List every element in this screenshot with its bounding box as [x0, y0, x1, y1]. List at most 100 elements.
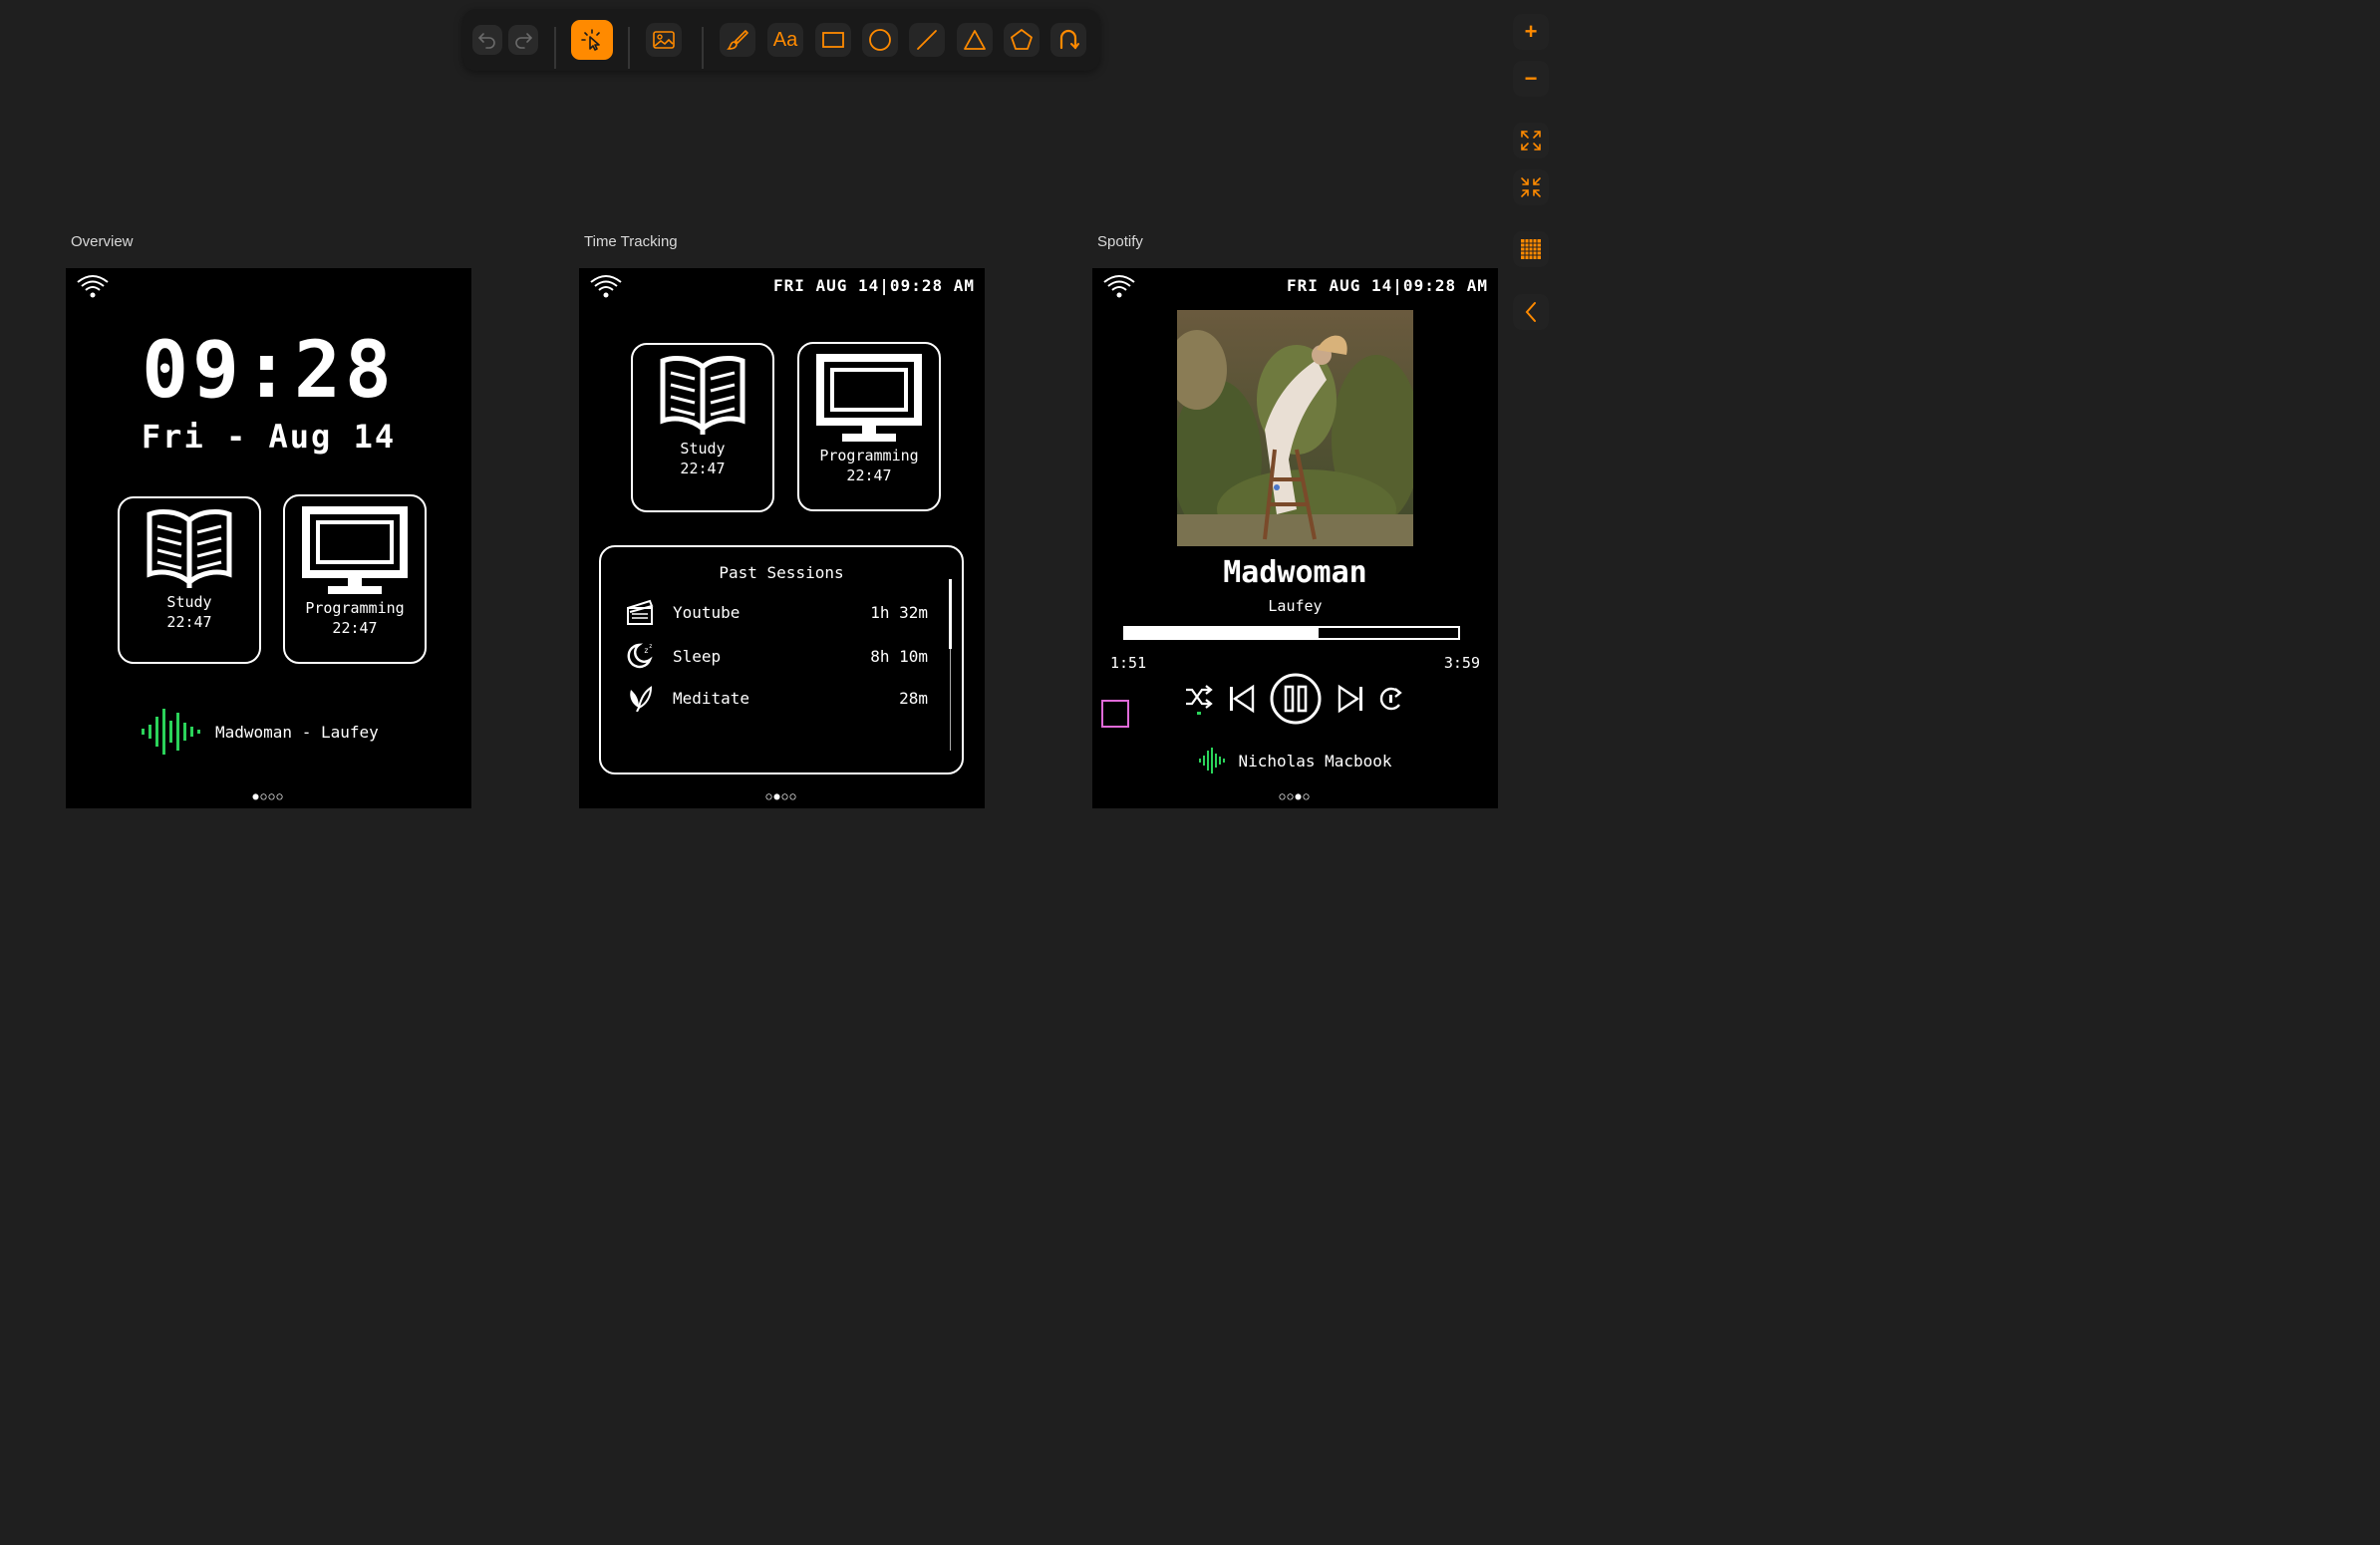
brush-icon: [727, 30, 748, 50]
session-row[interactable]: Meditate 28m: [623, 683, 928, 713]
image-tool-button[interactable]: [646, 23, 682, 57]
collapse-button[interactable]: [1513, 169, 1549, 205]
playback-progress-bar[interactable]: [1123, 626, 1460, 640]
rectangle-icon: [822, 32, 844, 48]
status-datetime: FRI AUG 14|09:28 AM: [1286, 276, 1488, 295]
session-row[interactable]: Youtube 1h 32m: [623, 597, 928, 627]
study-card[interactable]: Study 22:47: [631, 343, 774, 512]
toolbar-divider: [702, 27, 704, 69]
device-name: Nicholas Macbook: [1238, 751, 1392, 771]
artist-name: Laufey: [1268, 597, 1323, 615]
page-indicator: ○○●○: [1279, 791, 1312, 802]
card-label: Study: [166, 593, 212, 611]
past-sessions-panel[interactable]: Past Sessions Youtube 1h 32m zz Sleep 8h…: [599, 545, 964, 774]
overview-screen[interactable]: 09:28 Fri - Aug 14 Study 22:47 Programmi…: [66, 268, 471, 808]
toolbar-divider: [628, 27, 630, 69]
grid-icon: [1521, 239, 1541, 259]
sessions-scrollbar[interactable]: [949, 579, 952, 751]
collapse-icon: [1521, 177, 1541, 197]
expand-button[interactable]: [1513, 123, 1549, 158]
past-sessions-title: Past Sessions: [719, 563, 844, 582]
lasso-icon: [1059, 29, 1079, 50]
clapperboard-icon: [627, 599, 654, 625]
card-time: 22:47: [166, 613, 212, 631]
rectangle-tool-button[interactable]: [815, 23, 851, 57]
select-icon: [581, 29, 600, 51]
page-indicator: ●○○○: [252, 791, 285, 802]
time-tracking-screen[interactable]: FRI AUG 14|09:28 AM Study 22:47 Programm…: [579, 268, 985, 808]
expand-icon: [1521, 131, 1541, 151]
session-duration: 28m: [899, 688, 928, 708]
selection-box[interactable]: [1101, 700, 1129, 728]
book-icon: [660, 356, 745, 435]
study-card[interactable]: Study 22:47: [118, 496, 261, 664]
brush-tool-button[interactable]: [720, 23, 755, 57]
next-icon[interactable]: [1336, 684, 1365, 714]
toolbar: Aa: [462, 9, 1100, 71]
playing-device[interactable]: Nicholas Macbook: [1092, 748, 1498, 773]
song-title: Madwoman: [1223, 555, 1367, 590]
select-tool-button[interactable]: [571, 20, 613, 60]
repeat-icon[interactable]: [1377, 685, 1405, 713]
line-icon: [917, 30, 937, 50]
wifi-icon: [590, 275, 622, 298]
pause-icon[interactable]: [1269, 672, 1323, 726]
previous-icon[interactable]: [1227, 684, 1257, 714]
line-tool-button[interactable]: [909, 23, 945, 57]
programming-card[interactable]: Programming 22:47: [283, 494, 427, 664]
moon-icon: zz: [627, 643, 653, 669]
monitor-icon: [302, 506, 408, 594]
total-time: 3:59: [1443, 654, 1480, 672]
shuffle-icon[interactable]: [1184, 682, 1214, 716]
lotus-icon: [630, 686, 653, 712]
album-art-image: [1177, 310, 1413, 546]
now-playing[interactable]: Madwoman - Laufey: [140, 707, 379, 757]
session-duration: 1h 32m: [870, 602, 928, 622]
page-indicator: ○●○○: [765, 791, 798, 802]
zoom-out-button[interactable]: −: [1513, 61, 1549, 97]
card-time: 22:47: [846, 466, 892, 484]
clock-date: Fri - Aug 14: [141, 418, 397, 456]
current-time: 1:51: [1110, 654, 1147, 672]
circle-icon: [869, 29, 891, 51]
session-duration: 8h 10m: [870, 646, 928, 666]
audio-wave-icon: [142, 709, 200, 755]
plus-icon: +: [1524, 19, 1538, 44]
card-label: Study: [680, 440, 726, 458]
audio-wave-icon: [1199, 748, 1226, 773]
lasso-tool-button[interactable]: [1050, 23, 1086, 57]
text-tool-label: Aa: [772, 28, 798, 51]
chevron-left-icon: [1525, 302, 1536, 322]
card-time: 22:47: [680, 460, 726, 477]
triangle-tool-button[interactable]: [957, 23, 993, 57]
frame-label-time-tracking: Time Tracking: [584, 233, 678, 250]
session-row[interactable]: zz Sleep 8h 10m: [623, 641, 928, 671]
session-name: Youtube: [673, 602, 741, 622]
collapse-panel-button[interactable]: [1513, 294, 1549, 330]
circle-tool-button[interactable]: [862, 23, 898, 57]
session-name: Sleep: [673, 646, 722, 666]
scrollbar-track: [950, 649, 951, 751]
wifi-icon: [77, 275, 109, 298]
programming-card[interactable]: Programming 22:47: [797, 342, 941, 511]
text-tool-button[interactable]: Aa: [767, 23, 803, 57]
card-time: 22:47: [332, 619, 378, 637]
album-art: [1177, 310, 1413, 546]
undo-button[interactable]: [472, 25, 502, 55]
progress-fill: [1125, 628, 1319, 638]
redo-icon: [515, 33, 533, 49]
playback-controls: [1184, 671, 1405, 727]
card-label: Programming: [819, 447, 919, 464]
pentagon-tool-button[interactable]: [1004, 23, 1040, 57]
redo-button[interactable]: [508, 25, 538, 55]
minus-icon: −: [1524, 66, 1538, 91]
scrollbar-thumb[interactable]: [949, 579, 952, 649]
card-label: Programming: [305, 599, 405, 617]
image-icon: [653, 31, 675, 49]
grid-toggle-button[interactable]: [1513, 231, 1549, 267]
now-playing-text: Madwoman - Laufey: [215, 722, 379, 742]
book-icon: [147, 509, 232, 588]
undo-icon: [477, 33, 495, 49]
zoom-in-button[interactable]: +: [1513, 14, 1549, 50]
spotify-screen[interactable]: FRI AUG 14|09:28 AM Madwoman Laufey 1:51…: [1092, 268, 1498, 808]
